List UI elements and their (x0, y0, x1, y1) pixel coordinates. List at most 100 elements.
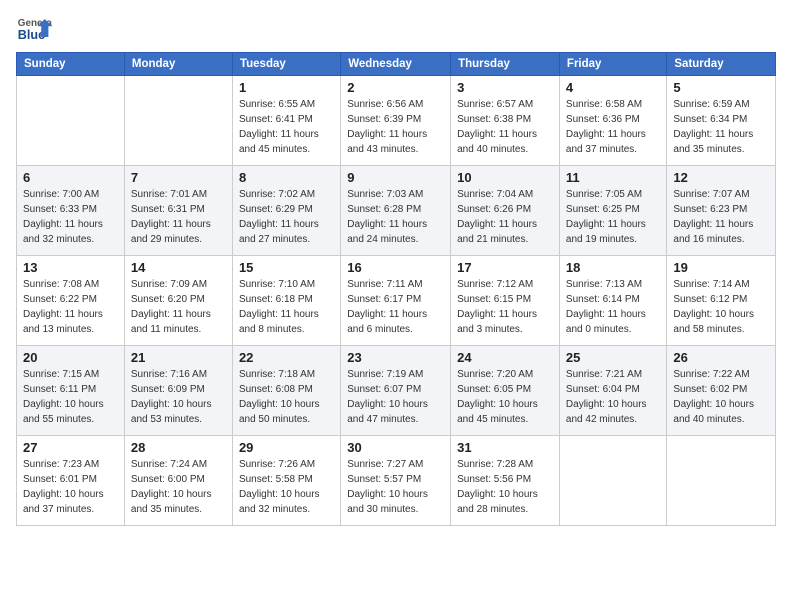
day-info: Sunrise: 7:26 AM Sunset: 5:58 PM Dayligh… (239, 457, 334, 517)
day-info: Sunrise: 7:02 AM Sunset: 6:29 PM Dayligh… (239, 187, 334, 247)
calendar-cell (559, 436, 666, 526)
weekday-header-saturday: Saturday (667, 53, 776, 76)
calendar-cell: 15Sunrise: 7:10 AM Sunset: 6:18 PM Dayli… (232, 256, 340, 346)
day-info: Sunrise: 7:12 AM Sunset: 6:15 PM Dayligh… (457, 277, 553, 337)
calendar-cell: 20 Sunrise: 7:15 AM Sunset: 6:11 PM Dayli… (17, 346, 125, 436)
calendar-cell: 8 Sunrise: 7:02 AM Sunset: 6:29 PM Daylig… (232, 166, 340, 256)
day-info: Sunrise: 7:05 AM Sunset: 6:25 PM Dayligh… (566, 187, 660, 247)
day-number: 30 (347, 440, 444, 455)
calendar-cell: 21 Sunrise: 7:16 AM Sunset: 6:09 PM Dayli… (124, 346, 232, 436)
logo-icon: General Blue (16, 10, 52, 46)
logo: General Blue (16, 10, 52, 46)
week-row-0: 1 Sunrise: 6:55 AM Sunset: 6:41 PM Daylig… (17, 76, 776, 166)
calendar-cell: 1 Sunrise: 6:55 AM Sunset: 6:41 PM Daylig… (232, 76, 340, 166)
calendar: SundayMondayTuesdayWednesdayThursdayFrid… (16, 52, 776, 526)
calendar-cell: 31Sunrise: 7:28 AM Sunset: 5:56 PM Dayli… (451, 436, 560, 526)
calendar-cell: 12 Sunrise: 7:07 AM Sunset: 6:23 PM Dayli… (667, 166, 776, 256)
day-number: 23 (347, 350, 444, 365)
weekday-header-monday: Monday (124, 53, 232, 76)
day-info: Sunrise: 7:00 AM Sunset: 6:33 PM Dayligh… (23, 187, 118, 247)
day-info: Sunrise: 7:15 AM Sunset: 6:11 PM Dayligh… (23, 367, 118, 427)
day-info: Sunrise: 7:21 AM Sunset: 6:04 PM Dayligh… (566, 367, 660, 427)
day-number: 12 (673, 170, 769, 185)
day-info: Sunrise: 6:56 AM Sunset: 6:39 PM Dayligh… (347, 97, 444, 157)
calendar-cell: 27 Sunrise: 7:23 AM Sunset: 6:01 PM Dayli… (17, 436, 125, 526)
day-number: 22 (239, 350, 334, 365)
day-number: 2 (347, 80, 444, 95)
day-number: 13 (23, 260, 118, 275)
calendar-cell: 17 Sunrise: 7:12 AM Sunset: 6:15 PM Dayli… (451, 256, 560, 346)
day-info: Sunrise: 7:23 AM Sunset: 6:01 PM Dayligh… (23, 457, 118, 517)
calendar-cell: 7 Sunrise: 7:01 AM Sunset: 6:31 PM Daylig… (124, 166, 232, 256)
week-row-4: 27 Sunrise: 7:23 AM Sunset: 6:01 PM Dayli… (17, 436, 776, 526)
day-info: Sunrise: 6:55 AM Sunset: 6:41 PM Dayligh… (239, 97, 334, 157)
svg-text:Blue: Blue (18, 28, 45, 42)
weekday-header-sunday: Sunday (17, 53, 125, 76)
weekday-header-row: SundayMondayTuesdayWednesdayThursdayFrid… (17, 53, 776, 76)
day-number: 24 (457, 350, 553, 365)
day-info: Sunrise: 7:04 AM Sunset: 6:26 PM Dayligh… (457, 187, 553, 247)
calendar-cell: 23 Sunrise: 7:19 AM Sunset: 6:07 PM Dayli… (341, 346, 451, 436)
calendar-cell: 14Sunrise: 7:09 AM Sunset: 6:20 PM Dayli… (124, 256, 232, 346)
day-info: Sunrise: 7:01 AM Sunset: 6:31 PM Dayligh… (131, 187, 226, 247)
calendar-cell: 30 Sunrise: 7:27 AM Sunset: 5:57 PM Dayli… (341, 436, 451, 526)
header: General Blue (16, 10, 776, 46)
calendar-cell: 9Sunrise: 7:03 AM Sunset: 6:28 PM Daylig… (341, 166, 451, 256)
day-info: Sunrise: 7:22 AM Sunset: 6:02 PM Dayligh… (673, 367, 769, 427)
day-number: 31 (457, 440, 553, 455)
day-number: 3 (457, 80, 553, 95)
day-number: 28 (131, 440, 226, 455)
week-row-1: 6 Sunrise: 7:00 AM Sunset: 6:33 PM Daylig… (17, 166, 776, 256)
calendar-cell: 4 Sunrise: 6:58 AM Sunset: 6:36 PM Daylig… (559, 76, 666, 166)
calendar-cell: 29 Sunrise: 7:26 AM Sunset: 5:58 PM Dayli… (232, 436, 340, 526)
day-number: 29 (239, 440, 334, 455)
calendar-cell (124, 76, 232, 166)
day-number: 25 (566, 350, 660, 365)
day-number: 4 (566, 80, 660, 95)
day-info: Sunrise: 7:11 AM Sunset: 6:17 PM Dayligh… (347, 277, 444, 337)
day-number: 17 (457, 260, 553, 275)
day-info: Sunrise: 7:07 AM Sunset: 6:23 PM Dayligh… (673, 187, 769, 247)
day-number: 14 (131, 260, 226, 275)
calendar-cell: 16Sunrise: 7:11 AM Sunset: 6:17 PM Dayli… (341, 256, 451, 346)
calendar-cell: 22Sunrise: 7:18 AM Sunset: 6:08 PM Dayli… (232, 346, 340, 436)
day-number: 8 (239, 170, 334, 185)
day-info: Sunrise: 7:13 AM Sunset: 6:14 PM Dayligh… (566, 277, 660, 337)
calendar-cell: 2 Sunrise: 6:56 AM Sunset: 6:39 PM Daylig… (341, 76, 451, 166)
day-number: 1 (239, 80, 334, 95)
day-info: Sunrise: 6:59 AM Sunset: 6:34 PM Dayligh… (673, 97, 769, 157)
weekday-header-friday: Friday (559, 53, 666, 76)
day-info: Sunrise: 7:16 AM Sunset: 6:09 PM Dayligh… (131, 367, 226, 427)
calendar-cell: 25 Sunrise: 7:21 AM Sunset: 6:04 PM Dayli… (559, 346, 666, 436)
calendar-cell (667, 436, 776, 526)
day-info: Sunrise: 7:27 AM Sunset: 5:57 PM Dayligh… (347, 457, 444, 517)
day-info: Sunrise: 7:08 AM Sunset: 6:22 PM Dayligh… (23, 277, 118, 337)
day-number: 11 (566, 170, 660, 185)
day-number: 27 (23, 440, 118, 455)
page: General Blue SundayMondayTuesdayWednesda… (0, 0, 792, 612)
day-number: 5 (673, 80, 769, 95)
calendar-cell: 10 Sunrise: 7:04 AM Sunset: 6:26 PM Dayli… (451, 166, 560, 256)
day-info: Sunrise: 7:19 AM Sunset: 6:07 PM Dayligh… (347, 367, 444, 427)
day-number: 18 (566, 260, 660, 275)
day-number: 26 (673, 350, 769, 365)
calendar-cell (17, 76, 125, 166)
day-number: 21 (131, 350, 226, 365)
day-info: Sunrise: 6:58 AM Sunset: 6:36 PM Dayligh… (566, 97, 660, 157)
calendar-cell: 19 Sunrise: 7:14 AM Sunset: 6:12 PM Dayli… (667, 256, 776, 346)
weekday-header-tuesday: Tuesday (232, 53, 340, 76)
day-info: Sunrise: 6:57 AM Sunset: 6:38 PM Dayligh… (457, 97, 553, 157)
calendar-cell: 24Sunrise: 7:20 AM Sunset: 6:05 PM Dayli… (451, 346, 560, 436)
day-number: 10 (457, 170, 553, 185)
calendar-cell: 13 Sunrise: 7:08 AM Sunset: 6:22 PM Dayli… (17, 256, 125, 346)
weekday-header-wednesday: Wednesday (341, 53, 451, 76)
day-info: Sunrise: 7:24 AM Sunset: 6:00 PM Dayligh… (131, 457, 226, 517)
day-number: 19 (673, 260, 769, 275)
day-number: 9 (347, 170, 444, 185)
day-number: 20 (23, 350, 118, 365)
day-info: Sunrise: 7:14 AM Sunset: 6:12 PM Dayligh… (673, 277, 769, 337)
calendar-cell: 11 Sunrise: 7:05 AM Sunset: 6:25 PM Dayli… (559, 166, 666, 256)
day-number: 6 (23, 170, 118, 185)
day-number: 7 (131, 170, 226, 185)
calendar-cell: 26 Sunrise: 7:22 AM Sunset: 6:02 PM Dayli… (667, 346, 776, 436)
